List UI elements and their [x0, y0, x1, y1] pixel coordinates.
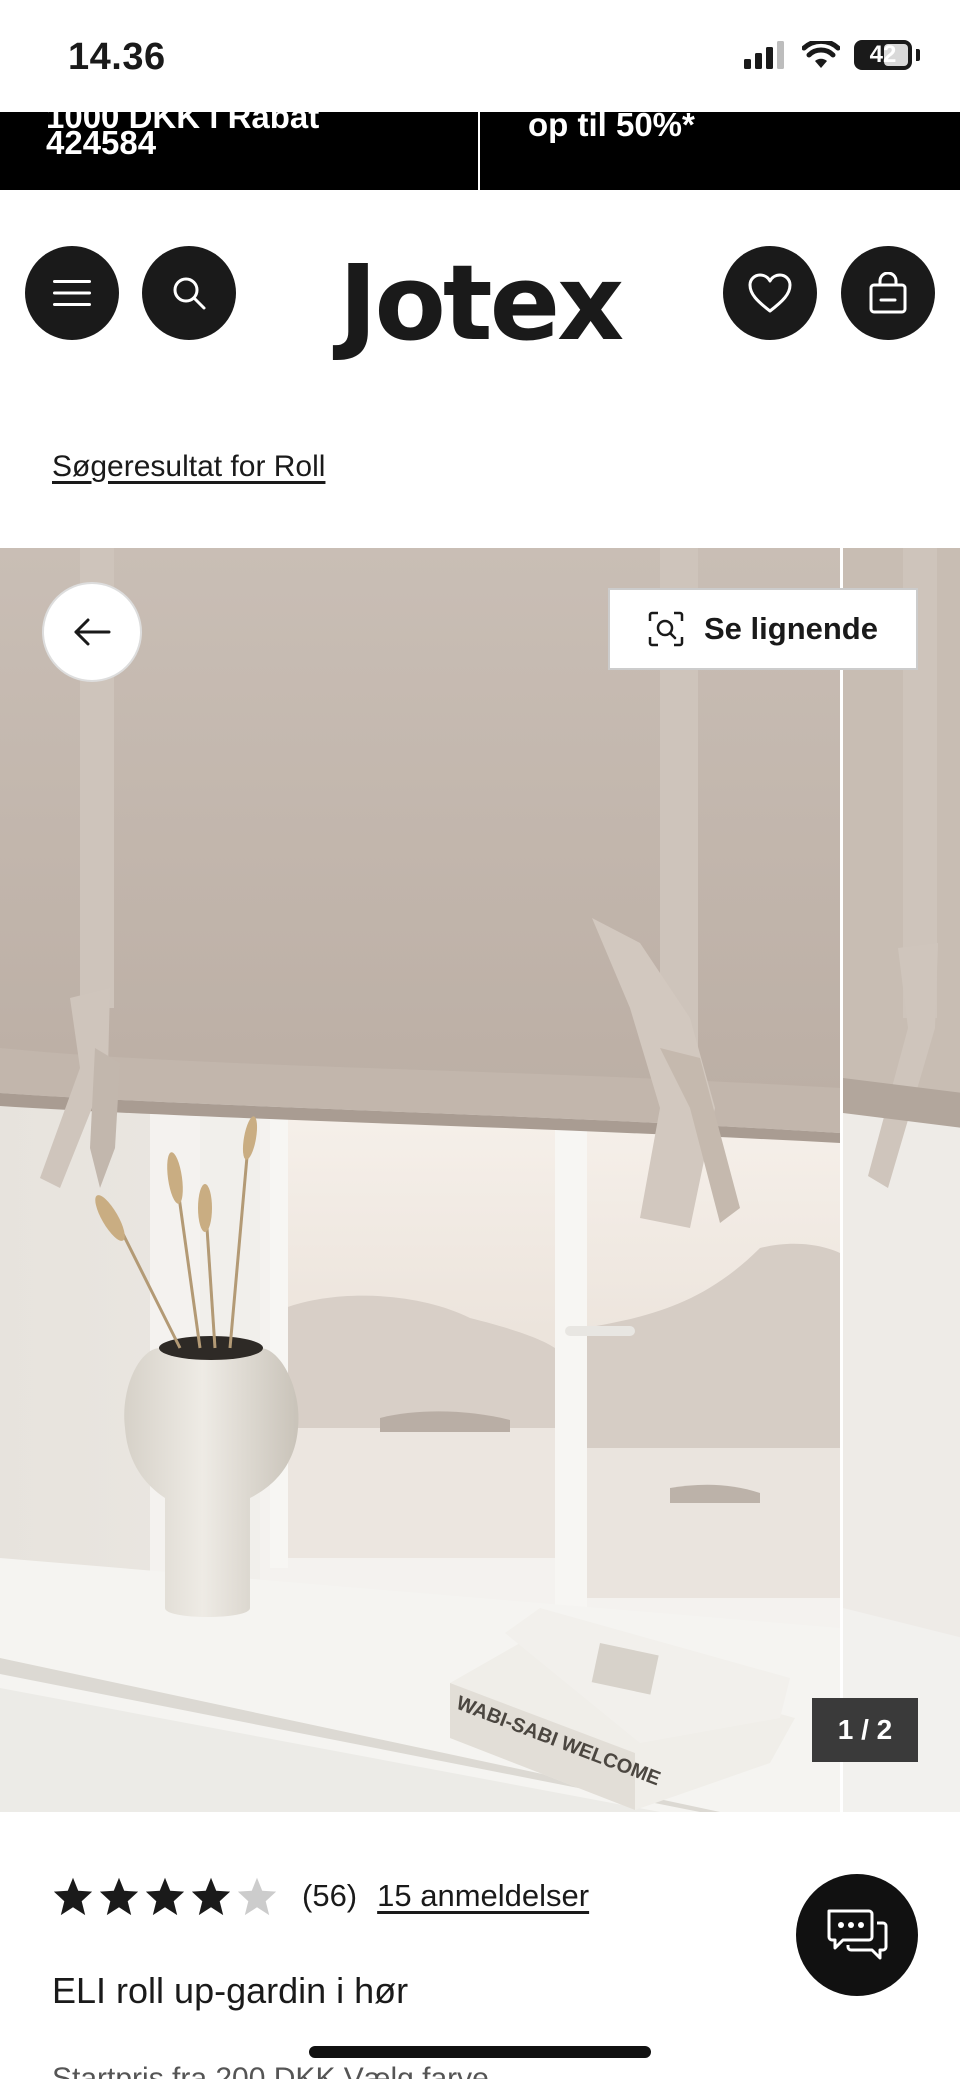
jotex-logo[interactable]: Jotex	[0, 242, 960, 364]
star-empty-icon	[237, 1877, 277, 1916]
star-filled-icon	[145, 1877, 185, 1916]
reviews-link[interactable]: 15 anmeldelser	[377, 1878, 589, 1914]
image-counter: 1 / 2	[812, 1698, 918, 1762]
arrow-left-icon	[74, 618, 111, 646]
heart-icon	[748, 273, 792, 313]
roll-up-curtain-photo: WABI-SABI WELCOME	[0, 548, 840, 1812]
star-filled-icon	[191, 1877, 231, 1916]
status-time: 14.36	[68, 36, 166, 78]
wifi-icon	[802, 41, 840, 68]
home-indicator	[309, 2046, 651, 2058]
bag-icon	[869, 272, 907, 314]
battery-icon: 42	[854, 40, 912, 70]
see-similar-label: Se lignende	[704, 611, 878, 646]
star-rating	[52, 1876, 278, 1916]
status-bar: 14.36 42	[0, 0, 960, 112]
star-filled-icon	[99, 1877, 139, 1916]
promo-code: 424584	[46, 124, 157, 161]
product-title: ELI roll up-gardin i hør	[52, 1970, 409, 2011]
promo-banner[interactable]: 1000 DKK i Rabat 424584 op til 50%*	[0, 112, 960, 190]
product-gallery[interactable]: WABI-SABI WELCOME Se lignende 1 / 2	[0, 548, 960, 1812]
star-filled-icon	[53, 1877, 93, 1916]
site-header: Jotex	[0, 190, 960, 390]
price-line: Startpris fra 200 DKK Vælg farve	[52, 2062, 489, 2079]
signal-icon	[744, 41, 784, 69]
battery-level: 42	[869, 41, 897, 68]
wishlist-button[interactable]	[723, 246, 817, 340]
chat-icon	[827, 1909, 888, 1960]
visual-search-icon	[648, 611, 684, 647]
review-count: (56)	[302, 1878, 358, 1913]
breadcrumb-search-result[interactable]: Søgeresultat for Roll	[52, 450, 325, 484]
rating-row: (56) 15 anmeldelser	[52, 1876, 589, 1916]
chat-button[interactable]	[796, 1874, 918, 1996]
next-image-preview[interactable]	[840, 548, 960, 1812]
status-icons: 42	[744, 40, 920, 70]
promo-right[interactable]: op til 50%*	[480, 112, 960, 190]
back-button[interactable]	[42, 582, 142, 682]
see-similar-button[interactable]: Se lignende	[608, 588, 918, 670]
promo-left[interactable]: 1000 DKK i Rabat 424584	[0, 112, 480, 190]
product-image[interactable]: WABI-SABI WELCOME	[0, 548, 840, 1812]
next-photo-preview	[843, 548, 960, 1812]
promo-discount: op til 50%*	[528, 112, 695, 143]
cart-button[interactable]	[841, 246, 935, 340]
